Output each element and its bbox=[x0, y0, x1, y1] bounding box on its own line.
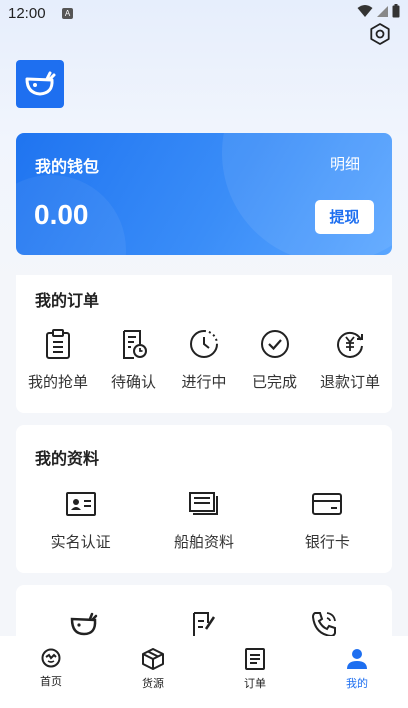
wifi-icon bbox=[357, 5, 373, 17]
order-item-grabbed[interactable]: 我的抢单 bbox=[24, 329, 92, 392]
order-item-refund[interactable]: 退款订单 bbox=[316, 329, 384, 392]
order-item-completed[interactable]: 已完成 bbox=[246, 329, 304, 392]
order-icon bbox=[245, 648, 265, 670]
app-logo bbox=[16, 60, 64, 108]
service-item-phone[interactable] bbox=[256, 609, 392, 639]
tab-orders[interactable]: 订单 bbox=[204, 636, 306, 708]
bank-card-icon bbox=[312, 489, 343, 519]
whale-icon bbox=[25, 71, 56, 96]
profile-item-label: 实名认证 bbox=[50, 533, 111, 551]
profile-card: 我的资料 实名认证 船舶资料 银行卡 bbox=[16, 425, 392, 573]
box-icon bbox=[142, 648, 164, 670]
wallet-card: 我的钱包 明细 0.00 提现 bbox=[16, 133, 392, 255]
document-clock-icon bbox=[119, 329, 149, 359]
wallet-detail-link[interactable]: 明细 bbox=[330, 153, 360, 174]
order-item-label: 我的抢单 bbox=[27, 373, 88, 391]
order-item-in-progress[interactable]: 进行中 bbox=[175, 329, 233, 392]
tab-label: 货源 bbox=[142, 677, 164, 690]
service-item-whale[interactable] bbox=[16, 609, 153, 639]
tab-label: 首页 bbox=[40, 675, 62, 688]
edit-document-icon bbox=[193, 612, 216, 638]
order-item-label: 进行中 bbox=[181, 373, 227, 391]
withdraw-button[interactable]: 提现 bbox=[315, 200, 374, 234]
orders-title: 我的订单 bbox=[35, 291, 100, 310]
order-item-label: 已完成 bbox=[251, 373, 297, 391]
profile-item-label: 银行卡 bbox=[304, 533, 350, 551]
book-icon bbox=[188, 489, 219, 519]
profile-item-ship[interactable]: 船舶资料 bbox=[139, 489, 268, 552]
home-icon bbox=[41, 648, 61, 668]
clock-icon bbox=[189, 329, 219, 359]
phone-icon bbox=[312, 612, 337, 638]
status-time: 12:00 bbox=[8, 5, 46, 22]
tab-mine[interactable]: 我的 bbox=[306, 636, 408, 708]
order-item-pending[interactable]: 待确认 bbox=[105, 329, 163, 392]
status-icons bbox=[357, 4, 400, 18]
id-card-icon bbox=[65, 489, 96, 519]
tab-cargo[interactable]: 货源 bbox=[102, 636, 204, 708]
user-icon bbox=[347, 649, 367, 669]
notification-badge: A bbox=[62, 8, 73, 19]
profile-item-label: 船舶资料 bbox=[173, 533, 234, 551]
check-circle-icon bbox=[260, 329, 290, 359]
order-item-label: 待确认 bbox=[110, 373, 156, 391]
wallet-title: 我的钱包 bbox=[35, 157, 100, 176]
signal-icon bbox=[377, 5, 388, 17]
tab-label: 订单 bbox=[244, 677, 266, 690]
refund-icon bbox=[335, 329, 365, 359]
service-item-edit[interactable] bbox=[153, 609, 256, 639]
profile-title: 我的资料 bbox=[35, 449, 100, 468]
order-item-label: 退款订单 bbox=[319, 373, 380, 391]
whale-icon bbox=[71, 612, 98, 636]
settings-icon[interactable] bbox=[368, 22, 392, 46]
orders-card: 我的订单 我的抢单 待确认 进行中 已完成 退款订单 bbox=[16, 275, 392, 413]
tab-label: 我的 bbox=[346, 677, 368, 690]
tab-home[interactable]: 首页 bbox=[0, 636, 102, 708]
wallet-balance: 0.00 bbox=[34, 199, 89, 230]
profile-item-identity[interactable]: 实名认证 bbox=[16, 489, 145, 552]
profile-item-bank[interactable]: 银行卡 bbox=[263, 489, 392, 552]
status-bar: 12:00 A bbox=[0, 0, 408, 28]
clipboard-icon bbox=[43, 329, 73, 359]
battery-icon bbox=[392, 4, 400, 18]
bottom-tab-bar: 首页 货源 订单 我的 bbox=[0, 636, 408, 708]
